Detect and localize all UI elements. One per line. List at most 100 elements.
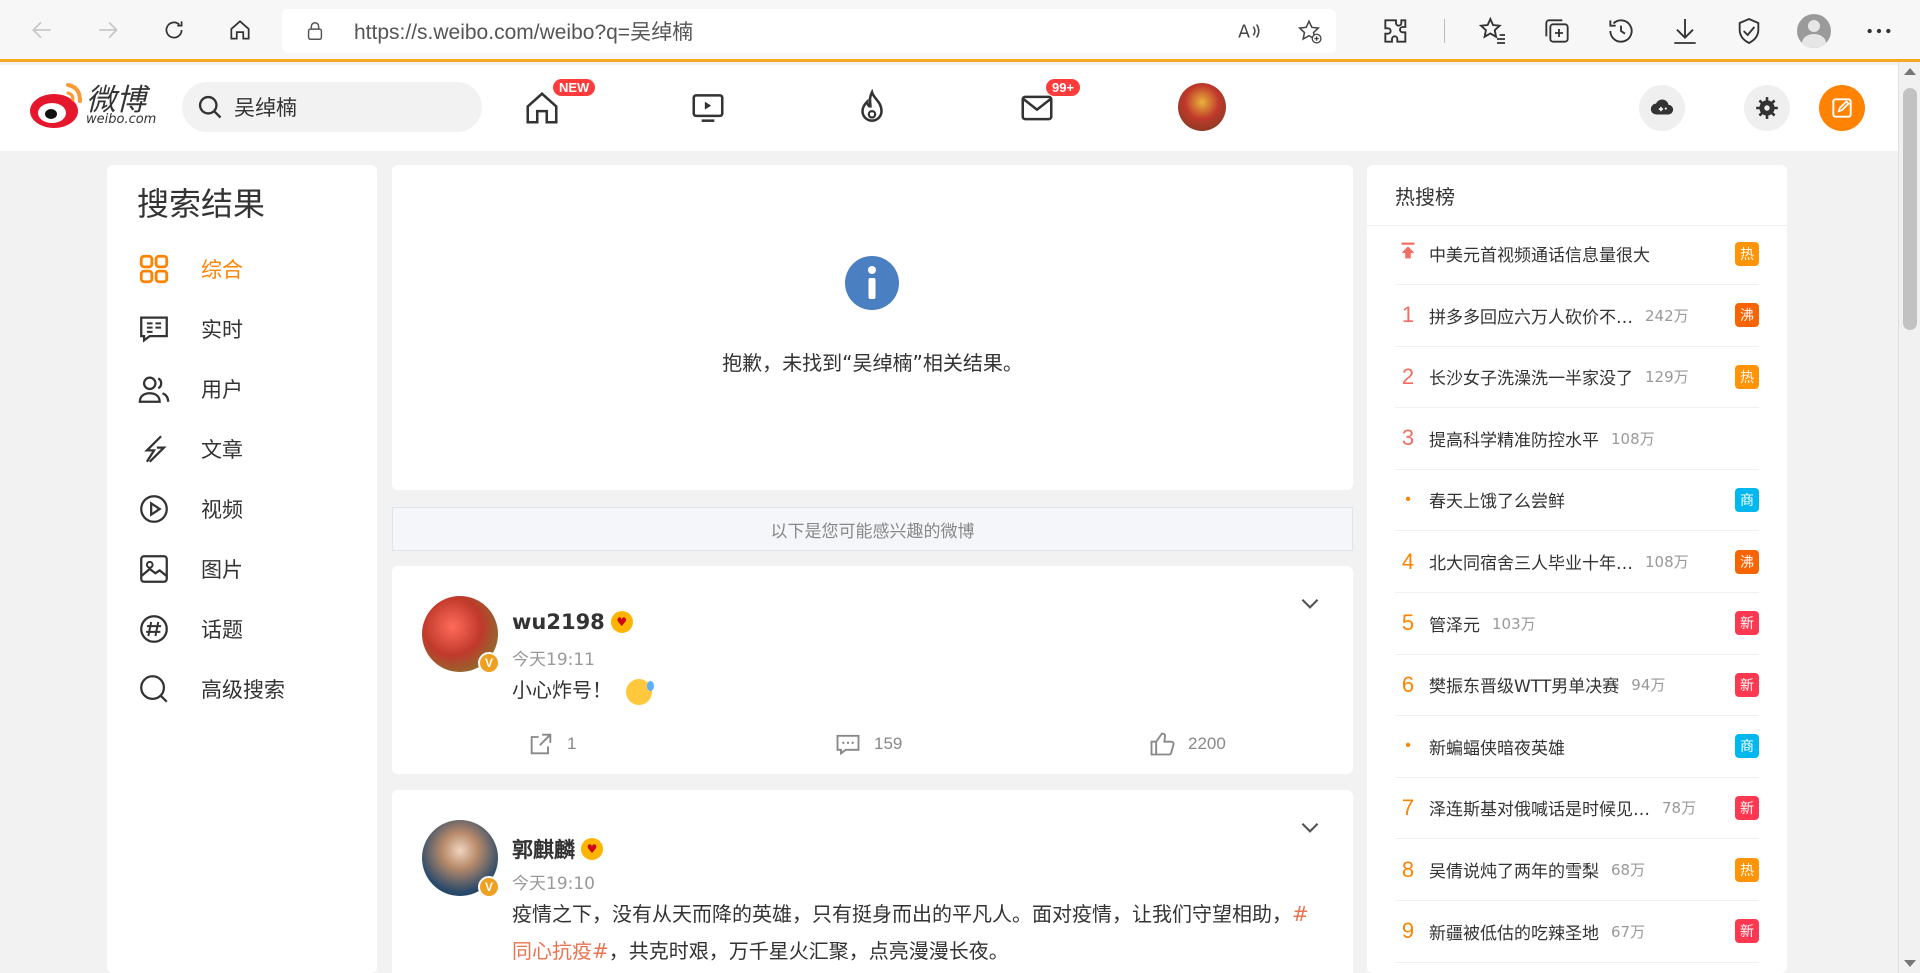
recommend-hint-bar: 以下是您可能感兴趣的微博	[392, 507, 1353, 551]
extensions-icon[interactable]	[1380, 15, 1412, 47]
hot-item-tag: 沸	[1735, 303, 1759, 328]
hot-search-item[interactable]: 3 提高科学精准防控水平 108万	[1395, 408, 1759, 470]
hot-search-item[interactable]: 5 管泽元 103万 新	[1395, 593, 1759, 655]
sidebar-item-all[interactable]: 综合	[137, 249, 243, 289]
back-button[interactable]	[20, 8, 64, 52]
hot-search-item[interactable]: • 新蝙蝠侠暗夜英雄 商	[1395, 716, 1759, 778]
sidebar-item-label: 视频	[201, 498, 243, 522]
post-time[interactable]: 今天19:10	[512, 869, 595, 894]
performance-icon[interactable]	[1733, 15, 1765, 47]
hot-item-text: 管泽元	[1429, 615, 1480, 636]
scroll-up-arrow-icon[interactable]	[1904, 68, 1916, 75]
post-author[interactable]: 郭麒麟 ♥	[512, 834, 603, 864]
hot-item-text: 长沙女子洗澡洗一半家没了	[1429, 369, 1633, 390]
hot-search-item[interactable]: 2 长沙女子洗澡洗一半家没了 129万 热	[1395, 346, 1759, 409]
hot-search-item[interactable]: 7 泽连斯基对俄喊话是时候见… 78万 新	[1395, 777, 1759, 840]
search-input[interactable]	[234, 95, 454, 119]
sidebar-item-articles[interactable]: 文章	[137, 429, 243, 469]
page-scrollbar[interactable]	[1898, 62, 1920, 973]
home-icon	[526, 92, 558, 124]
weibo-header: 微博 weibo.com NEW 99+	[0, 65, 1898, 151]
hot-search-item[interactable]: 9 新疆被低估的吃辣圣地 67万 新	[1395, 901, 1759, 963]
hot-item-tag: 新	[1735, 795, 1759, 820]
refresh-icon	[165, 20, 183, 38]
topic-icon	[140, 615, 168, 643]
hot-rank: 9	[1401, 918, 1415, 944]
sidebar-item-video[interactable]: 视频	[137, 489, 243, 529]
hot-item-tag: 新	[1735, 611, 1759, 636]
hot-item-count: 94万	[1631, 676, 1666, 695]
settings-button[interactable]	[1744, 85, 1790, 131]
weibo-logo[interactable]: 微博 weibo.com	[28, 77, 168, 133]
hot-rank: 6	[1401, 671, 1415, 697]
hot-search-item[interactable]: 4 北大同宿舍三人毕业十年… 108万 沸	[1395, 531, 1759, 593]
hot-rank: 3	[1401, 425, 1415, 451]
home-button[interactable]	[218, 8, 262, 52]
url-text: https://s.weibo.com/weibo?q=吴绰楠	[354, 21, 694, 44]
post-author[interactable]: wu2198 ♥	[512, 610, 633, 634]
compose-button[interactable]	[1819, 85, 1865, 131]
new-badge: NEW	[553, 79, 596, 96]
hot-item-tag: 新	[1735, 672, 1759, 697]
user-avatar[interactable]	[1178, 83, 1226, 131]
like-button[interactable]: 2200	[1148, 730, 1226, 758]
hot-rank: 4	[1401, 548, 1415, 574]
forward-button[interactable]	[86, 8, 130, 52]
hot-item-tag: 商	[1735, 487, 1759, 512]
sidebar-item-label: 实时	[201, 318, 243, 342]
arrow-right-icon	[99, 21, 118, 38]
flame-icon	[861, 89, 883, 122]
history-icon[interactable]	[1605, 15, 1637, 47]
hot-item-count: 103万	[1492, 614, 1536, 633]
hot-item-text: 春天上饿了么尝鲜	[1429, 492, 1565, 513]
collections-icon[interactable]	[1541, 15, 1573, 47]
more-icon[interactable]	[1863, 15, 1895, 47]
nav-home[interactable]: NEW	[517, 79, 596, 133]
nav-video[interactable]	[683, 83, 733, 133]
sweat-emoji-icon	[626, 678, 655, 705]
no-result-message: 抱歉，未找到“吴绰楠”相关结果。	[722, 351, 1023, 375]
sidebar-item-label: 高级搜索	[201, 678, 285, 702]
author-name: 郭麒麟	[512, 838, 575, 862]
hot-search-item[interactable]: 8 吴倩说炖了两年的雪梨 68万 热	[1395, 839, 1759, 901]
profile-avatar-icon[interactable]	[1797, 14, 1831, 48]
download-icon[interactable]	[1669, 15, 1701, 47]
no-result-card: 抱歉，未找到“吴绰楠”相关结果。	[392, 165, 1353, 490]
hot-item-text: 拼多多回应六万人砍价不…	[1429, 307, 1633, 328]
hot-search-item[interactable]: 1 拼多多回应六万人砍价不… 242万 沸	[1395, 285, 1759, 347]
hot-search-item[interactable]: 6 樊振东晋级WTT男单决赛 94万 新	[1395, 654, 1759, 717]
hot-search-item[interactable]: • 春天上饿了么尝鲜 商	[1395, 469, 1759, 532]
favorites-icon[interactable]	[1477, 15, 1509, 47]
game-button[interactable]	[1639, 85, 1685, 131]
sidebar-item-users[interactable]: 用户	[137, 369, 243, 409]
repost-count: 1	[567, 734, 577, 753]
hot-item-count: 129万	[1645, 368, 1689, 387]
hot-search-item[interactable]: 中美元首视频通话信息量很大 热	[1395, 223, 1759, 285]
comment-count: 159	[874, 734, 903, 753]
nav-hot[interactable]	[847, 83, 897, 133]
refresh-button[interactable]	[152, 8, 196, 52]
sidebar-item-topics[interactable]: 话题	[137, 609, 243, 649]
search-icon	[140, 675, 168, 703]
read-aloud-icon[interactable]: A	[1236, 18, 1262, 44]
search-filter-sidebar: 搜索结果 综合 实时 用户 文章 视频 图片 话题 高级搜索	[107, 165, 377, 973]
address-bar[interactable]: https://s.weibo.com/weibo?q=吴绰楠 A	[282, 9, 1336, 53]
compose-icon	[1832, 98, 1852, 118]
sidebar-item-label: 图片	[201, 558, 243, 582]
hot-rank: 5	[1401, 610, 1415, 636]
post-time[interactable]: 今天19:11	[512, 645, 595, 670]
verified-badge: V	[478, 876, 500, 898]
hot-item-tag: 新	[1735, 919, 1759, 944]
repost-button[interactable]: 1	[527, 730, 576, 758]
chevron-down-icon[interactable]	[1297, 590, 1323, 616]
scroll-down-arrow-icon[interactable]	[1904, 960, 1916, 967]
comment-button[interactable]: 159	[834, 730, 902, 758]
nav-messages[interactable]: 99+	[1012, 79, 1081, 133]
favorite-add-icon[interactable]	[1296, 18, 1322, 44]
scroll-thumb[interactable]	[1903, 88, 1917, 330]
sidebar-item-advanced-search[interactable]: 高级搜索	[137, 669, 285, 709]
sidebar-item-realtime[interactable]: 实时	[137, 309, 243, 349]
search-box[interactable]	[182, 82, 482, 132]
sidebar-item-images[interactable]: 图片	[137, 549, 243, 589]
chevron-down-icon[interactable]	[1297, 814, 1323, 840]
